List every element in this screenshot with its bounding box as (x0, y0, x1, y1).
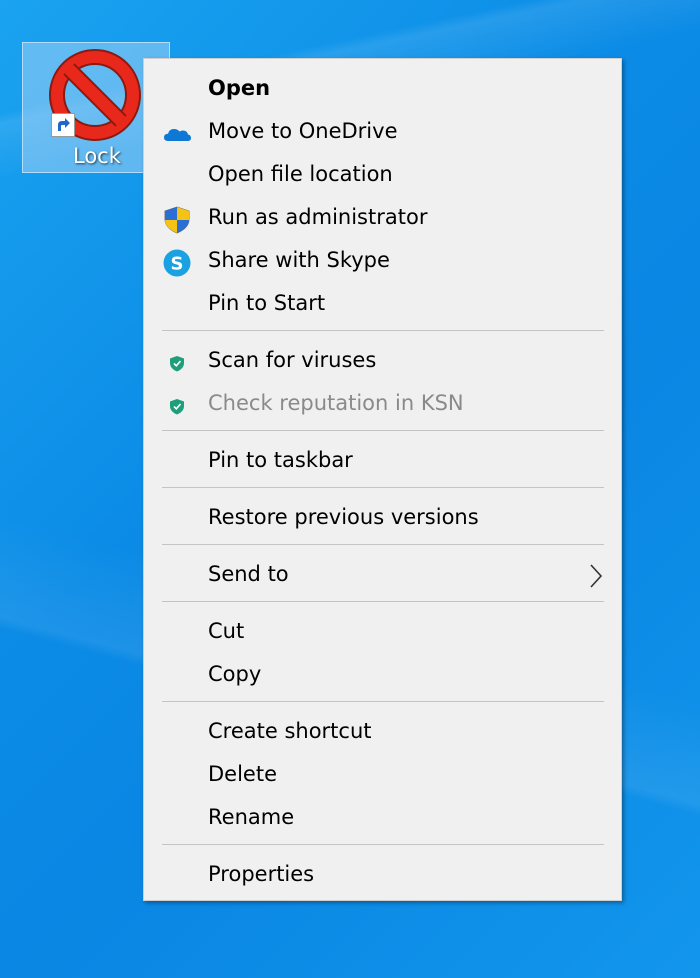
menu-item-label: Pin to Start (208, 291, 326, 315)
menu-item-label: Move to OneDrive (208, 119, 398, 143)
menu-item-cut[interactable]: Cut (144, 613, 621, 653)
menu-separator (162, 330, 604, 331)
menu-item-label: Send to (208, 562, 289, 586)
menu-separator (162, 430, 604, 431)
menu-item-create-shortcut[interactable]: Create shortcut (144, 713, 621, 753)
menu-item-label: Open file location (208, 162, 393, 186)
menu-separator (162, 544, 604, 545)
menu-item-label: Scan for viruses (208, 348, 377, 372)
menu-separator (162, 701, 604, 702)
menu-item-label: Open (208, 76, 271, 100)
menu-item-label: Create shortcut (208, 719, 372, 743)
skype-icon: S (163, 249, 191, 277)
menu-item-open-file-location[interactable]: Open file location (144, 156, 621, 196)
menu-item-open[interactable]: Open (144, 70, 621, 110)
menu-item-move-to-onedrive[interactable]: Move to OneDrive (144, 113, 621, 153)
kaspersky-shield-icon (170, 356, 184, 372)
menu-item-label: Run as administrator (208, 205, 428, 229)
svg-text:S: S (171, 254, 184, 275)
menu-item-pin-to-taskbar[interactable]: Pin to taskbar (144, 442, 621, 482)
menu-item-label: Rename (208, 805, 295, 829)
menu-item-label: Share with Skype (208, 248, 390, 272)
shortcut-arrow-icon (51, 113, 75, 137)
menu-separator (162, 487, 604, 488)
menu-item-copy[interactable]: Copy (144, 656, 621, 696)
menu-item-label: Restore previous versions (208, 505, 479, 529)
chevron-right-icon (590, 564, 603, 588)
desktop-icon-label: Lock (73, 144, 121, 168)
menu-item-share-with-skype[interactable]: S Share with Skype (144, 242, 621, 282)
menu-item-label: Delete (208, 762, 277, 786)
menu-item-delete[interactable]: Delete (144, 756, 621, 796)
menu-item-check-reputation-in-ksn: Check reputation in KSN (144, 385, 621, 425)
menu-item-properties[interactable]: Properties (144, 856, 621, 896)
uac-shield-icon (164, 206, 190, 234)
menu-item-label: Copy (208, 662, 262, 686)
menu-item-label: Properties (208, 862, 315, 886)
menu-item-label: Cut (208, 619, 245, 643)
menu-separator (162, 601, 604, 602)
menu-item-run-as-administrator[interactable]: Run as administrator (144, 199, 621, 239)
menu-item-scan-for-viruses[interactable]: Scan for viruses (144, 342, 621, 382)
menu-item-send-to[interactable]: Send to (144, 556, 621, 596)
menu-separator (162, 844, 604, 845)
menu-item-restore-previous-versions[interactable]: Restore previous versions (144, 499, 621, 539)
menu-item-pin-to-start[interactable]: Pin to Start (144, 285, 621, 325)
menu-item-label: Pin to taskbar (208, 448, 353, 472)
menu-item-rename[interactable]: Rename (144, 799, 621, 839)
onedrive-cloud-icon (164, 129, 191, 141)
context-menu: Open Move to OneDrive Open file location… (143, 58, 622, 901)
kaspersky-shield-icon (170, 399, 184, 415)
menu-item-label: Check reputation in KSN (208, 391, 464, 415)
